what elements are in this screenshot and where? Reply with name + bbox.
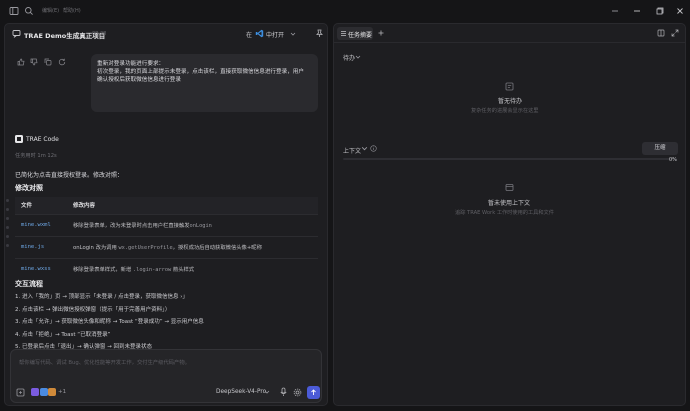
nav-dot[interactable]: [6, 208, 9, 211]
chevron-down-icon[interactable]: [361, 145, 368, 152]
file-name[interactable]: mine.wxml: [15, 213, 67, 236]
model-selector[interactable]: DeepSeek-V4-Pro: [216, 389, 266, 395]
layout-icon[interactable]: [610, 6, 620, 16]
flow-step: 1. 进入「我的」页 → 顶部显示「未登录 / 点击登录，获取微信信息 ›」: [15, 294, 188, 300]
file-name[interactable]: mine.js: [15, 235, 67, 258]
nav-dot[interactable]: [6, 244, 9, 247]
image-icon[interactable]: [31, 388, 39, 396]
change-text: onLogin 改为调用: [73, 245, 119, 251]
task-date: 08.28: [92, 31, 107, 37]
search-icon[interactable]: [24, 6, 34, 16]
column-header-file: 文件: [15, 197, 67, 214]
settings-icon[interactable]: [293, 388, 302, 397]
file-name[interactable]: mine.wxss: [15, 257, 67, 280]
change-text: 箭头样式: [171, 267, 195, 274]
add-tab-icon[interactable]: [377, 29, 385, 37]
maximize-icon[interactable]: [655, 6, 665, 16]
inline-code: onLogin: [189, 223, 212, 229]
pin-icon[interactable]: [315, 29, 324, 38]
open-in-button[interactable]: 中打开: [266, 30, 284, 39]
change-text: 移除登录表单样式，新增: [73, 267, 133, 274]
empty-todo-icon: [505, 82, 514, 91]
arrow-up-icon: [311, 389, 316, 395]
flow-step: 2. 点击该栏 → 弹出微信授权弹窗（提示「用于完善用户资料」）: [15, 306, 171, 313]
user-message-line: 重新对登录功能进行要求：: [97, 61, 165, 67]
inline-code: wx.getUserProfile: [118, 245, 173, 251]
change-desc: 移除登录表单，改为未登录时点击用户栏直接触发onLogin: [67, 213, 318, 236]
thumbs-up-icon[interactable]: [17, 58, 25, 66]
sidebar-toggle-icon[interactable]: [9, 6, 19, 16]
change-desc: onLogin 改为调用 wx.getUserProfile，授权成功后自动获取…: [67, 235, 318, 258]
assistant-name: TRAE Code: [26, 136, 59, 143]
expand-icon[interactable]: [671, 29, 679, 37]
menu-help[interactable]: 帮助(H): [63, 7, 81, 14]
thumbs-down-icon[interactable]: [30, 58, 38, 66]
empty-context-title: 暂未使用上下文: [488, 200, 531, 207]
table-header-row: 文件 修改内容: [15, 197, 318, 214]
section-title-flow: 交互流程: [15, 280, 43, 288]
close-icon[interactable]: [675, 6, 685, 16]
empty-context-icon: [505, 184, 514, 191]
chat-icon: [12, 30, 21, 38]
list-icon: [341, 31, 346, 36]
context-progress-bar: [343, 158, 677, 160]
chevron-down-icon[interactable]: [264, 389, 270, 395]
copy-icon[interactable]: [44, 58, 52, 66]
open-in-prefix: 在: [246, 32, 253, 39]
user-message-line: 初次登录，我的页面上部提示未登录，点击该栏，直接获取微信信息进行登录，用户: [97, 69, 304, 76]
inline-code: .login-arrow: [132, 267, 172, 274]
change-text: 移除登录表单，改为未登录时点击用户栏直接触发: [73, 223, 190, 229]
table-row: mine.js onLogin 改为调用 wx.getUserProfile，授…: [15, 235, 318, 258]
todo-label: 待办: [343, 55, 356, 62]
minimize-icon[interactable]: [632, 6, 642, 16]
empty-context-subtitle: 追踪 TRAE Work 工作时使用的工具和文件: [455, 210, 554, 216]
task-duration: 任务用时 1m 12s: [15, 153, 57, 159]
nav-dot[interactable]: [6, 199, 9, 202]
changes-table: 文件 修改内容 mine.wxml 移除登录表单，改为未登录时点击用户栏直接触发…: [15, 197, 318, 280]
title-bar: 编辑(E) 帮助(H): [0, 0, 690, 22]
compress-button[interactable]: 压缩: [642, 142, 678, 155]
table-row: mine.wxss 移除登录表单样式，新增 .login-arrow 箭头样式: [15, 257, 318, 280]
nav-dot[interactable]: [6, 217, 9, 220]
context-label: 上下文: [343, 148, 362, 155]
refresh-icon[interactable]: [58, 58, 66, 66]
trae-logo-icon: [15, 135, 23, 143]
info-icon[interactable]: [370, 145, 377, 152]
change-text: ，授权成功后自动获取微信头像+昵称: [172, 245, 262, 251]
chat-input-placeholder: 帮你编写代码、调试 Bug、优化性能等开发工作，交付生产级代码产物。: [19, 360, 190, 366]
send-button[interactable]: [307, 386, 320, 399]
vscode-icon[interactable]: [255, 29, 264, 38]
flow-list: 1. 进入「我的」页 → 顶部显示「未登录 / 点击登录，获取微信信息 ›」 2…: [15, 291, 315, 354]
flow-step: 4. 点击「拒绝」→ Toast “已取消登录”: [15, 331, 111, 338]
image-icon[interactable]: [40, 388, 48, 396]
menu-edit[interactable]: 编辑(E): [42, 7, 59, 14]
tab-summary-label: 任务摘要: [348, 32, 373, 39]
chat-input[interactable]: 帮你编写代码、调试 Bug、优化性能等开发工作，交付生产级代码产物。: [10, 349, 322, 403]
user-message-line: 确认授权后获取微信信息进行登录: [97, 77, 181, 84]
column-header-change: 修改内容: [67, 197, 318, 214]
nav-dot[interactable]: [6, 235, 9, 238]
user-message-bubble: 重新对登录功能进行要求： 初次登录，我的页面上部提示未登录，点击该栏，直接获取微…: [91, 54, 318, 112]
section-title-compare: 修改对照: [15, 184, 43, 192]
empty-todo-title: 暂无待办: [498, 98, 523, 105]
summary-text: 已简化为点击直接授权登录。修改对照：: [15, 172, 124, 179]
attachment-icon[interactable]: [16, 388, 25, 397]
table-row: mine.wxml 移除登录表单，改为未登录时点击用户栏直接触发onLogin: [15, 213, 318, 236]
change-desc: 移除登录表单样式，新增 .login-arrow 箭头样式: [67, 257, 318, 280]
chevron-down-icon[interactable]: [355, 54, 361, 60]
chevron-down-icon[interactable]: [290, 31, 296, 37]
split-view-icon[interactable]: [657, 29, 665, 37]
attachment-count: +1: [58, 389, 67, 395]
context-percent: 0%: [669, 157, 677, 163]
divider: [334, 42, 686, 43]
flow-step: 3. 点击「允许」→ 获取微信头像和昵称 → Toast “登录成功” → 显示…: [15, 319, 204, 325]
nav-dot[interactable]: [6, 226, 9, 229]
empty-todo-subtitle: 复杂任务的进展会显示在这里: [471, 108, 539, 114]
image-icon[interactable]: [48, 388, 56, 396]
microphone-icon[interactable]: [279, 387, 288, 397]
